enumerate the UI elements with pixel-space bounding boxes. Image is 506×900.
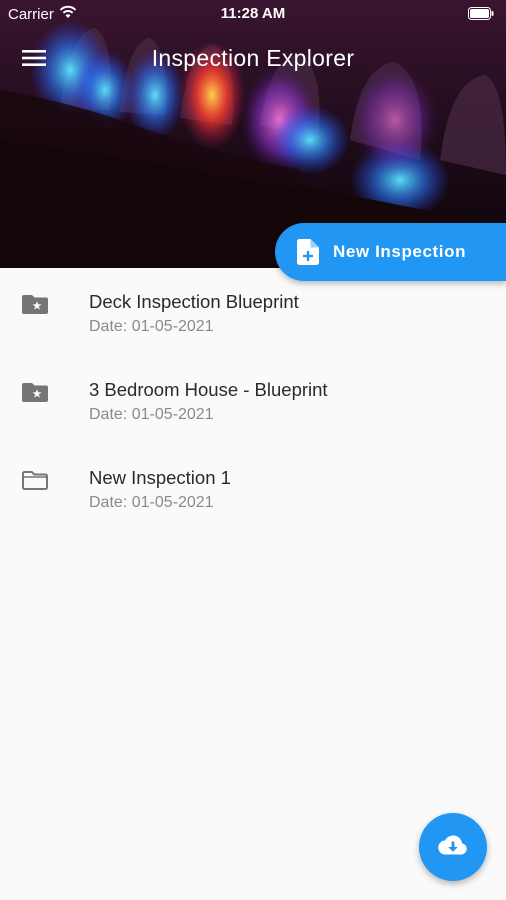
cloud-download-button[interactable] — [419, 813, 487, 881]
folder-star-icon — [22, 380, 48, 404]
status-bar: Carrier 11:28 AM — [0, 0, 506, 28]
folder-star-icon — [22, 292, 48, 316]
list-item[interactable]: New Inspection 1 Date: 01-05-2021 — [0, 444, 506, 532]
inspection-date: Date: 01-05-2021 — [89, 406, 214, 423]
cloud-download-icon — [438, 834, 468, 861]
app-screen: Carrier 11:28 AM Inspection Explorer New… — [0, 0, 506, 900]
inspection-date: Date: 01-05-2021 — [89, 494, 214, 511]
folder-outline-icon — [22, 468, 48, 492]
new-inspection-label: New Inspection — [333, 242, 467, 261]
inspection-date: Date: 01-05-2021 — [89, 318, 214, 335]
page-title: Inspection Explorer — [151, 45, 355, 71]
inspection-list: Deck Inspection Blueprint Date: 01-05-20… — [0, 268, 506, 532]
new-inspection-button[interactable]: New Inspection — [275, 223, 506, 281]
list-item[interactable]: Deck Inspection Blueprint Date: 01-05-20… — [0, 268, 506, 356]
status-time: 11:28 AM — [220, 5, 286, 22]
inspection-title: New Inspection 1 — [89, 467, 231, 488]
app-bar: Inspection Explorer — [0, 36, 506, 84]
file-add-icon — [297, 239, 319, 265]
battery-icon — [468, 7, 494, 24]
inspection-title: 3 Bedroom House - Blueprint — [89, 379, 328, 400]
inspection-title: Deck Inspection Blueprint — [89, 291, 299, 312]
list-item[interactable]: 3 Bedroom House - Blueprint Date: 01-05-… — [0, 356, 506, 444]
